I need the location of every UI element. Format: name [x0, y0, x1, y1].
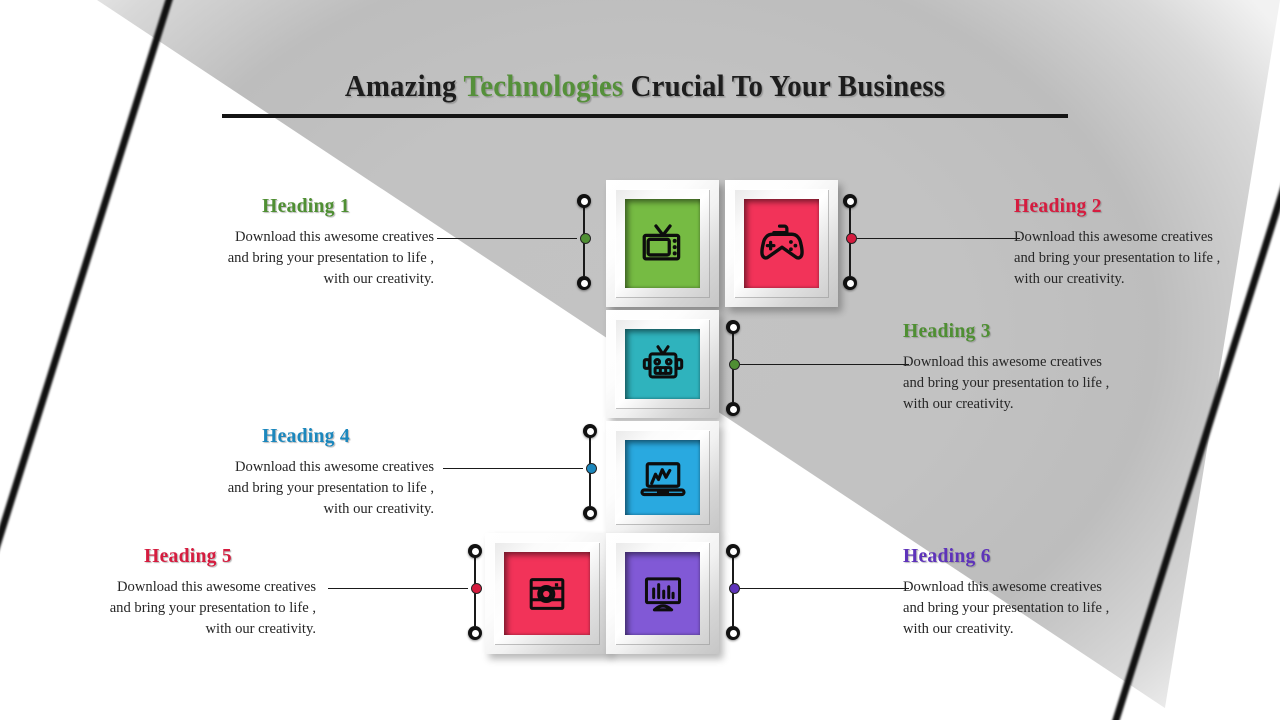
body-text-5: Download this awesome creatives and brin…	[60, 577, 316, 639]
connector-dot-mid-6	[728, 582, 740, 594]
body-line-1: Download this awesome creatives	[903, 354, 1102, 370]
monitor-bars-icon	[644, 576, 681, 611]
tile-surface-1	[625, 199, 700, 288]
tile-bevel-6	[615, 542, 710, 645]
tile-bevel-2	[734, 189, 829, 298]
heading-6: Heading 6	[903, 546, 991, 567]
connector-dot-mid-1	[579, 232, 591, 244]
connector-dot-bottom-3	[726, 402, 740, 416]
title-container: Amazing Technologies Crucial To Your Bus…	[222, 68, 1068, 104]
connector-dot-mid-5	[470, 582, 482, 594]
connector-dot-bottom-6	[726, 626, 740, 640]
heading-5: Heading 5	[144, 546, 232, 567]
tile-surface-4	[625, 440, 700, 515]
page-title: Amazing Technologies Crucial To Your Bus…	[252, 68, 1039, 104]
tile-surface-2	[744, 199, 819, 288]
tile-surface-6	[625, 552, 700, 635]
body-line-2: and bring your presentation to life ,	[109, 599, 316, 616]
tile-bevel-3	[615, 319, 710, 409]
body-line-3: with our creativity.	[903, 395, 1014, 412]
connector-dot-top-1	[577, 194, 591, 208]
body-line-2: and bring your presentation to life ,	[903, 374, 1110, 391]
body-text-3: Download this awesome creatives and brin…	[903, 352, 1159, 414]
text-block-1: Heading 1 Download this awesome creative…	[178, 196, 434, 289]
body-line-3: with our creativity.	[323, 270, 434, 287]
title-divider	[222, 114, 1068, 118]
text-block-2: Heading 2 Download this awesome creative…	[1014, 196, 1270, 289]
connector-dot-mid-3	[728, 358, 740, 370]
body-line-3: with our creativity.	[323, 500, 434, 517]
connector-line-horizontal-3	[733, 364, 909, 366]
connector-dot-bottom-4	[583, 506, 597, 520]
body-line-2: and bring your presentation to life ,	[1014, 249, 1221, 266]
text-block-3: Heading 3 Download this awesome creative…	[903, 321, 1159, 414]
heading-2: Heading 2	[1014, 196, 1102, 217]
connector-dot-top-3	[726, 320, 740, 334]
television-icon	[642, 223, 680, 260]
tile-frame-2[interactable]	[725, 180, 838, 307]
slide-canvas: Amazing Technologies Crucial To Your Bus…	[0, 0, 1280, 720]
tile-bevel-1	[615, 189, 710, 298]
tile-frame-5[interactable]	[485, 533, 609, 654]
body-line-2: and bring your presentation to life ,	[227, 479, 434, 496]
tile-frame-4[interactable]	[606, 421, 719, 534]
connector-line-horizontal-5	[328, 588, 468, 590]
connector-dot-mid-4	[585, 462, 597, 474]
body-line-1: Download this awesome creatives	[235, 459, 434, 475]
connector-line-horizontal-1	[437, 238, 577, 240]
tile-frame-3[interactable]	[606, 310, 719, 418]
connector-line-horizontal-6	[733, 588, 909, 590]
body-line-3: with our creativity.	[205, 620, 316, 637]
gamepad-icon	[759, 224, 804, 260]
body-text-6: Download this awesome creatives and brin…	[903, 577, 1159, 639]
body-line-2: and bring your presentation to life ,	[903, 599, 1110, 616]
connector-dot-top-2	[843, 194, 857, 208]
connector-dot-top-6	[726, 544, 740, 558]
heading-3: Heading 3	[903, 321, 991, 342]
connector-dot-top-5	[468, 544, 482, 558]
heading-1: Heading 1	[262, 196, 350, 217]
body-line-1: Download this awesome creatives	[235, 229, 434, 245]
body-line-1: Download this awesome creatives	[117, 579, 316, 595]
tile-surface-3	[625, 329, 700, 399]
title-text-part2: Crucial To Your Business	[623, 68, 946, 103]
title-text-part1: Amazing	[344, 68, 464, 103]
tile-frame-1[interactable]	[606, 180, 719, 307]
connector-line-horizontal-2	[850, 238, 1020, 240]
text-block-5: Heading 5 Download this awesome creative…	[60, 546, 316, 639]
body-line-3: with our creativity.	[903, 620, 1014, 637]
tile-frame-6[interactable]	[606, 533, 719, 654]
camera-icon	[529, 577, 565, 610]
connector-dot-bottom-1	[577, 276, 591, 290]
laptop-chart-icon	[639, 461, 686, 496]
body-text-4: Download this awesome creatives and brin…	[178, 457, 434, 519]
body-line-3: with our creativity.	[1014, 270, 1125, 287]
tile-surface-5	[504, 552, 590, 635]
tile-bevel-5	[494, 542, 600, 645]
robot-icon	[642, 345, 683, 379]
tile-bevel-4	[615, 430, 710, 525]
connector-line-horizontal-4	[443, 468, 583, 470]
body-text-1: Download this awesome creatives and brin…	[178, 227, 434, 289]
body-text-2: Download this awesome creatives and brin…	[1014, 227, 1270, 289]
heading-4: Heading 4	[262, 426, 350, 447]
connector-dot-top-4	[583, 424, 597, 438]
body-line-1: Download this awesome creatives	[1014, 229, 1213, 245]
connector-dot-mid-2	[845, 232, 857, 244]
text-block-6: Heading 6 Download this awesome creative…	[903, 546, 1159, 639]
connector-dot-bottom-5	[468, 626, 482, 640]
title-text-accent: Technologies	[463, 68, 624, 103]
connector-dot-bottom-2	[843, 276, 857, 290]
body-line-1: Download this awesome creatives	[903, 579, 1102, 595]
text-block-4: Heading 4 Download this awesome creative…	[178, 426, 434, 519]
body-line-2: and bring your presentation to life ,	[227, 249, 434, 266]
